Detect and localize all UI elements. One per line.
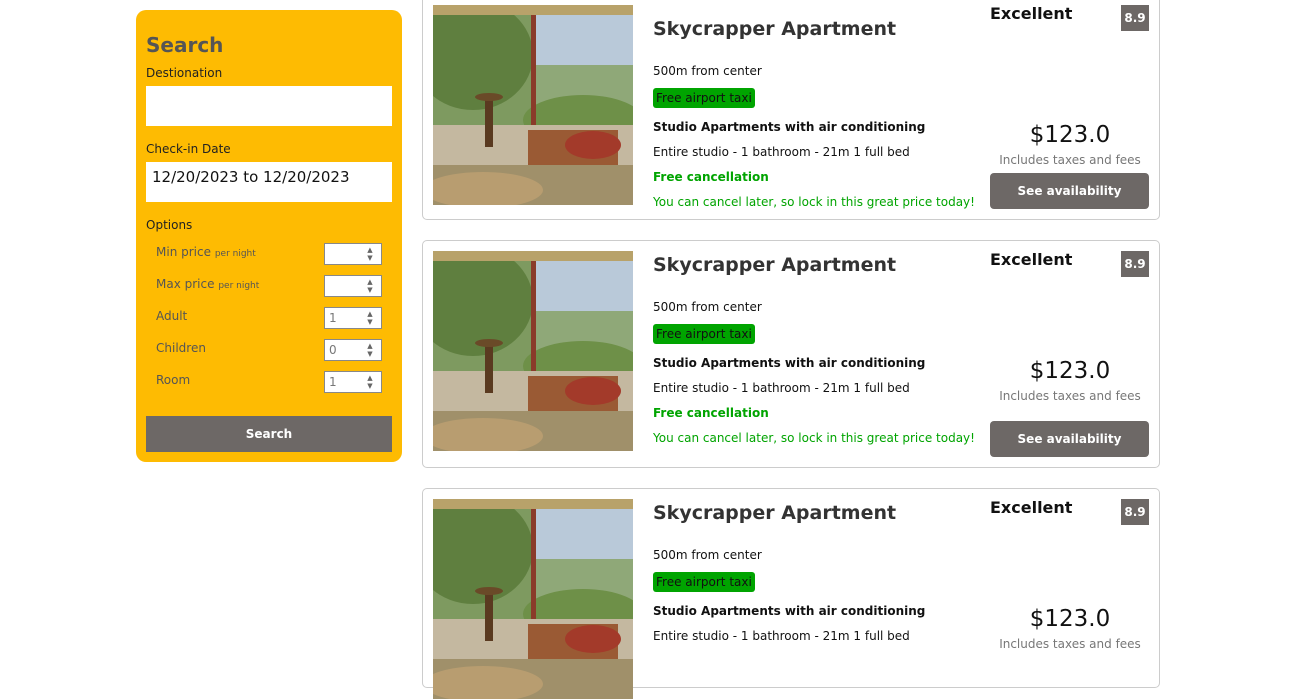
room-type: Studio Apartments with air conditioning (653, 120, 926, 134)
option-room: Room 1 ▲ ▼ (146, 371, 392, 404)
room-desc: Entire studio - 1 bathroom - 21m 1 full … (653, 381, 910, 395)
room-type: Studio Apartments with air conditioning (653, 604, 926, 618)
checkin-label: Check-in Date (146, 142, 231, 156)
hotel-photo[interactable] (433, 5, 633, 205)
checkin-date-field[interactable]: 12/20/2023 to 12/20/2023 (146, 162, 392, 202)
option-label: Children (156, 341, 206, 355)
room-type: Studio Apartments with air conditioning (653, 356, 926, 370)
distance-text: 500m from center (653, 64, 762, 78)
stepper-arrows-icon[interactable]: ▲ ▼ (365, 310, 375, 326)
search-panel: Search Destionation Check-in Date 12/20/… (136, 10, 402, 462)
destination-label: Destionation (146, 66, 223, 80)
result-card: Skycrapper Apartment 500m from center Fr… (422, 0, 1160, 220)
price: $123.0 (1029, 606, 1111, 632)
room-desc: Entire studio - 1 bathroom - 21m 1 full … (653, 145, 910, 159)
distance-text: 500m from center (653, 548, 762, 562)
hotel-photo[interactable] (433, 251, 633, 451)
hotel-photo-image (433, 5, 633, 205)
hotel-photo-image (433, 251, 633, 451)
rating-badge: 8.9 (1121, 251, 1149, 277)
cancel-title: Free cancellation (653, 406, 769, 420)
destination-input[interactable] (146, 86, 392, 126)
stepper-arrows-icon[interactable]: ▲ ▼ (365, 374, 375, 390)
option-children: Children 0 ▲ ▼ (146, 339, 392, 372)
stepper-arrows-icon[interactable]: ▲ ▼ (365, 342, 375, 358)
option-adult: Adult 1 ▲ ▼ (146, 307, 392, 340)
search-title: Search (146, 33, 224, 57)
search-button[interactable]: Search (146, 416, 392, 452)
option-max-price: Max price per night ▲ ▼ (146, 275, 392, 308)
room-desc: Entire studio - 1 bathroom - 21m 1 full … (653, 629, 910, 643)
hotel-title[interactable]: Skycrapper Apartment (653, 253, 896, 277)
see-availability-button[interactable]: See availability (990, 173, 1149, 209)
stepper-arrows-icon[interactable]: ▲ ▼ (365, 278, 375, 294)
children-stepper[interactable]: 0 ▲ ▼ (324, 339, 382, 361)
taxi-badge: Free airport taxi (653, 324, 755, 344)
result-card: Skycrapper Apartment 500m from center Fr… (422, 488, 1160, 699)
tax-note: Includes taxes and fees (999, 637, 1141, 651)
tax-note: Includes taxes and fees (999, 153, 1141, 167)
adult-stepper[interactable]: 1 ▲ ▼ (324, 307, 382, 329)
hotel-photo-image (433, 499, 633, 699)
room-stepper[interactable]: 1 ▲ ▼ (324, 371, 382, 393)
price: $123.0 (1029, 358, 1111, 384)
stepper-arrows-icon[interactable]: ▲ ▼ (365, 246, 375, 262)
cancel-title: Free cancellation (653, 170, 769, 184)
option-label: Max price per night (156, 277, 260, 291)
option-label: Room (156, 373, 191, 387)
distance-text: 500m from center (653, 300, 762, 314)
rating-badge: 8.9 (1121, 499, 1149, 525)
hotel-title[interactable]: Skycrapper Apartment (653, 17, 896, 41)
rating-badge: 8.9 (1121, 5, 1149, 31)
result-card: Skycrapper Apartment 500m from center Fr… (422, 240, 1160, 468)
see-availability-button[interactable]: See availability (990, 421, 1149, 457)
hotel-title[interactable]: Skycrapper Apartment (653, 501, 896, 525)
options-label: Options (146, 218, 193, 232)
min-price-stepper[interactable]: ▲ ▼ (324, 243, 382, 265)
tax-note: Includes taxes and fees (999, 389, 1141, 403)
option-label: Adult (156, 309, 188, 323)
max-price-stepper[interactable]: ▲ ▼ (324, 275, 382, 297)
rating-text: Excellent (990, 250, 1073, 269)
taxi-badge: Free airport taxi (653, 88, 755, 108)
rating-text: Excellent (990, 4, 1073, 23)
price: $123.0 (1029, 122, 1111, 148)
cancel-sub: You can cancel later, so lock in this gr… (653, 195, 975, 209)
hotel-photo[interactable] (433, 499, 633, 699)
taxi-badge: Free airport taxi (653, 572, 755, 592)
rating-text: Excellent (990, 498, 1073, 517)
cancel-sub: You can cancel later, so lock in this gr… (653, 431, 975, 445)
option-min-price: Min price per night ▲ ▼ (146, 243, 392, 276)
option-label: Min price per night (156, 245, 256, 259)
